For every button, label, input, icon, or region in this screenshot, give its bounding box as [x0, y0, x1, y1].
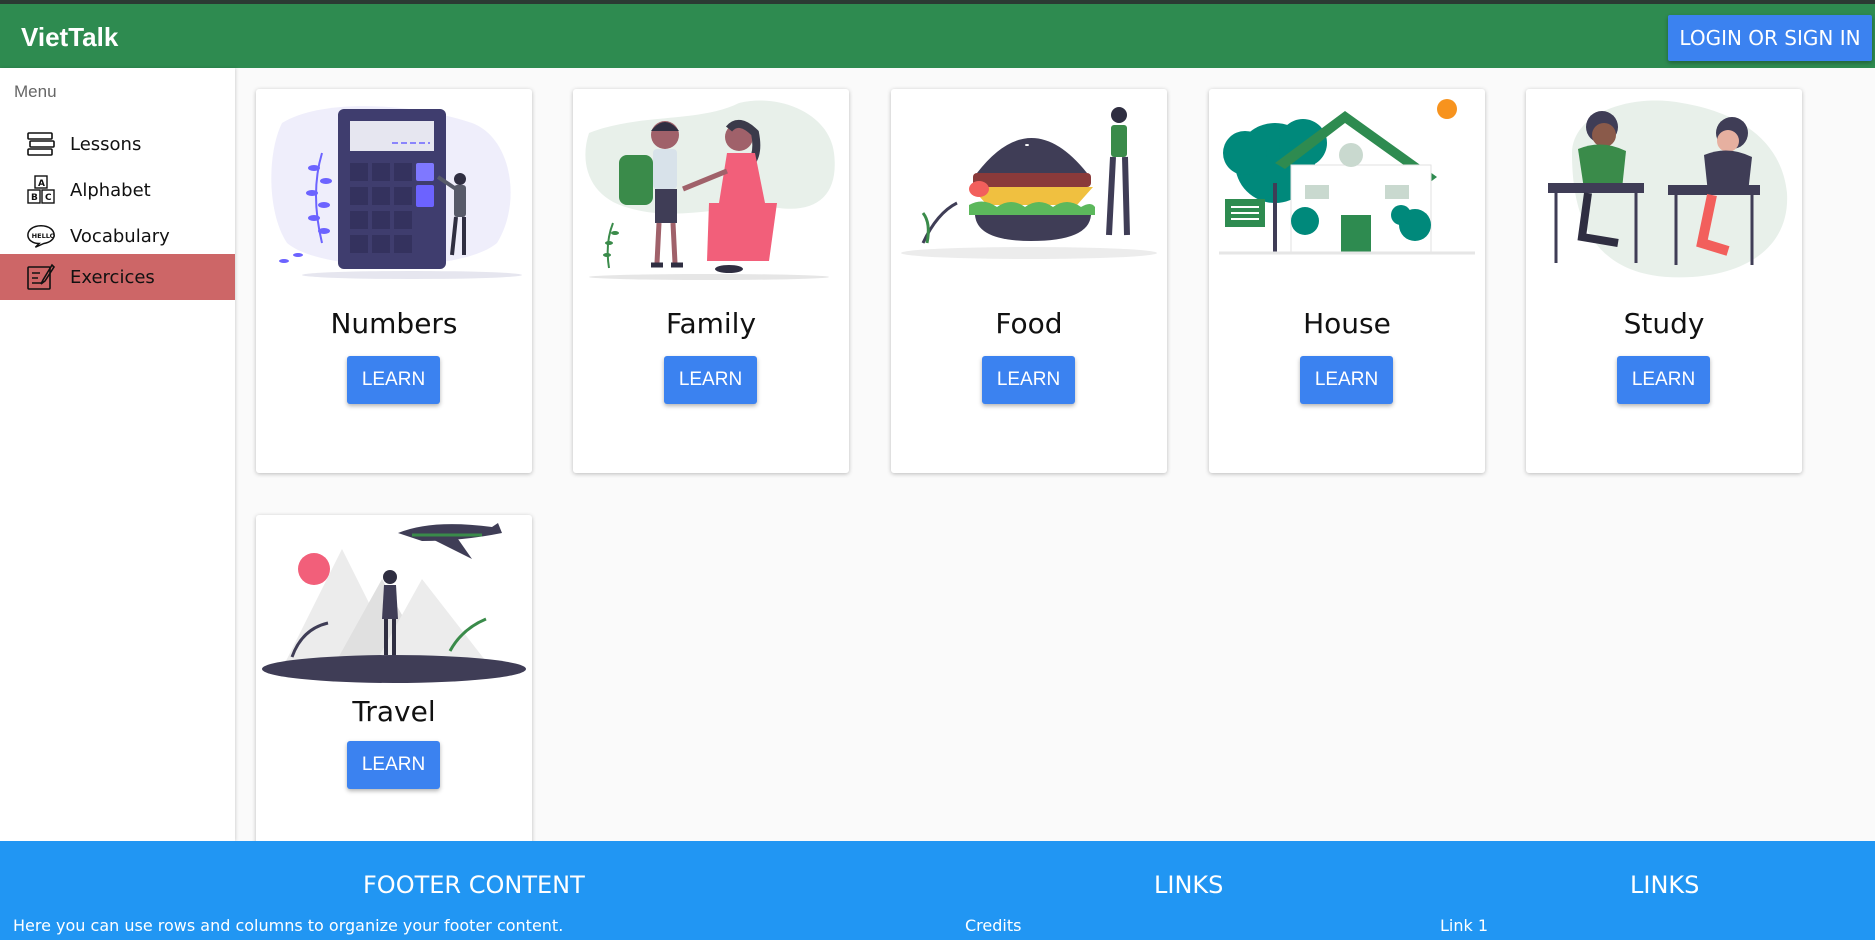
house-trees-illustration [1215, 93, 1479, 283]
footer: FOOTER CONTENT Here you can use rows and… [0, 841, 1875, 940]
sidebar-item-exercices[interactable]: Exercices [0, 254, 235, 300]
learn-button[interactable]: LEARN [347, 356, 440, 404]
footer-links-heading-2: LINKS [1630, 871, 1700, 899]
footer-content-text: Here you can use rows and columns to org… [13, 916, 564, 935]
lesson-card-family: Family LEARN [573, 89, 849, 473]
top-navbar: VietTalk LOGIN OR SIGN IN [0, 0, 1875, 68]
plane-mountains-illustration [262, 519, 526, 709]
sidebar-item-alphabet[interactable]: ABC Alphabet [0, 167, 235, 213]
card-title: Food [995, 307, 1063, 340]
learn-button[interactable]: LEARN [347, 741, 440, 789]
burger-person-illustration [897, 93, 1161, 283]
login-button[interactable]: LOGIN OR SIGN IN [1668, 15, 1872, 61]
lesson-card-numbers: Numbers LEARN [256, 89, 532, 473]
card-title: Family [665, 307, 757, 340]
card-title: Numbers [330, 307, 458, 340]
learn-button[interactable]: LEARN [982, 356, 1075, 404]
card-title: Travel [352, 695, 436, 728]
sidebar-item-label: Alphabet [70, 179, 151, 201]
footer-links-heading: LINKS [1154, 871, 1224, 899]
card-title: Study [1623, 307, 1705, 340]
calculator-person-illustration [262, 93, 526, 283]
learn-button[interactable]: LEARN [1617, 356, 1710, 404]
books-icon [26, 129, 56, 159]
sidebar-item-label: Vocabulary [70, 225, 170, 247]
learn-button[interactable]: LEARN [664, 356, 757, 404]
sidebar: Menu Lessons ABC Alphabet HELLO Vocabula… [0, 68, 235, 841]
footer-content-heading: FOOTER CONTENT [363, 871, 585, 899]
svg-text:B: B [31, 193, 38, 203]
learn-button[interactable]: LEARN [1300, 356, 1393, 404]
svg-text:HELLO: HELLO [32, 232, 56, 240]
speech-bubble-hello-icon: HELLO [26, 221, 56, 251]
sidebar-item-label: Lessons [70, 133, 142, 155]
menu-title: Menu [14, 82, 57, 101]
svg-text:C: C [45, 193, 52, 203]
footer-link-1[interactable]: Link 1 [1440, 916, 1488, 935]
svg-text:A: A [38, 179, 45, 189]
lesson-card-house: House LEARN [1209, 89, 1485, 473]
mother-child-illustration [579, 93, 843, 283]
lesson-card-study: Study LEARN [1526, 89, 1802, 473]
sidebar-item-lessons[interactable]: Lessons [0, 121, 235, 167]
abc-blocks-icon: ABC [26, 175, 56, 205]
sidebar-item-label: Exercices [70, 266, 155, 288]
brand-logo[interactable]: VietTalk [21, 22, 118, 53]
lesson-card-food: Food LEARN [891, 89, 1167, 473]
card-title: House [1303, 307, 1391, 340]
notebook-pencil-icon [26, 262, 56, 292]
footer-link-credits[interactable]: Credits [965, 916, 1021, 935]
sidebar-item-vocabulary[interactable]: HELLO Vocabulary [0, 213, 235, 259]
students-desks-illustration [1532, 93, 1796, 283]
